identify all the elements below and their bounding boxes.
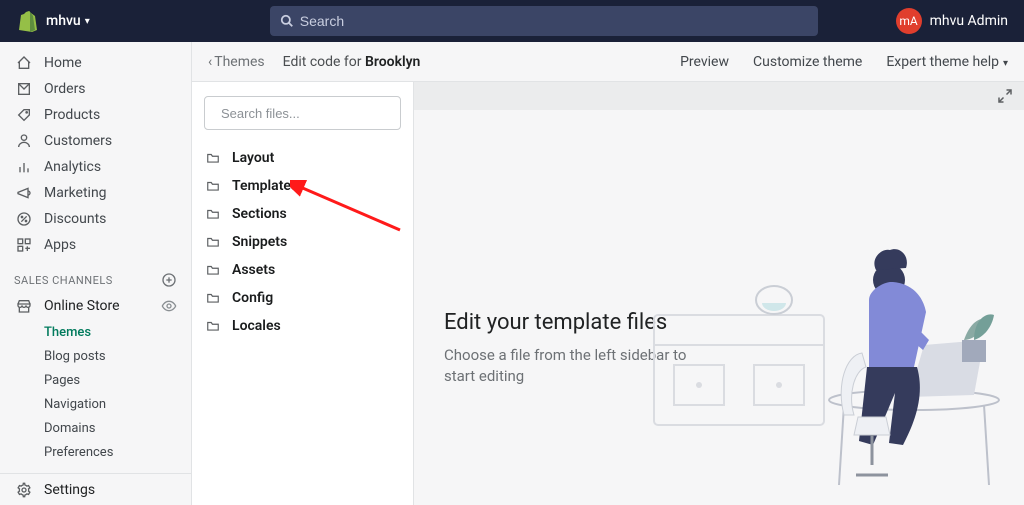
home-icon — [14, 55, 34, 71]
global-search[interactable] — [270, 6, 818, 36]
main: ‹ Themes Edit code for Brooklyn Preview … — [192, 42, 1024, 505]
expand-icon[interactable] — [996, 87, 1014, 105]
chevron-down-icon: ▾ — [1003, 58, 1008, 69]
sidebar-item-products[interactable]: Products — [0, 102, 191, 128]
topbar: mhvu ▾ mA mhvu Admin — [0, 0, 1024, 42]
section-header-sales-channels: SALES CHANNELS — [0, 268, 191, 292]
sidebar-item-discounts[interactable]: Discounts — [0, 206, 191, 232]
folder-icon — [204, 235, 222, 249]
sidebar: Home Orders Products Customers Analytics… — [0, 42, 192, 505]
sidebar-item-customers[interactable]: Customers — [0, 128, 191, 154]
sidebar-item-apps[interactable]: Apps — [0, 232, 191, 258]
editor-topstrip — [414, 82, 1024, 110]
search-wrap — [270, 6, 818, 36]
tag-icon — [14, 107, 34, 123]
folder-snippets[interactable]: Snippets — [204, 228, 401, 256]
folder-templates[interactable]: Templates — [204, 172, 401, 200]
file-search-input[interactable] — [221, 106, 397, 121]
folder-assets[interactable]: Assets — [204, 256, 401, 284]
chart-icon — [14, 159, 34, 175]
subnav-navigation[interactable]: Navigation — [44, 392, 191, 416]
sidebar-item-label: Orders — [44, 81, 86, 97]
help-dropdown[interactable]: Expert theme help▾ — [886, 54, 1008, 70]
folder-layout[interactable]: Layout — [204, 144, 401, 172]
section-label: SALES CHANNELS — [14, 274, 113, 287]
folder-locales[interactable]: Locales — [204, 312, 401, 340]
subnav-themes[interactable]: Themes — [44, 320, 191, 344]
sidebar-item-label: Marketing — [44, 185, 107, 201]
folder-icon — [204, 263, 222, 277]
sidebar-item-analytics[interactable]: Analytics — [0, 154, 191, 180]
file-search[interactable] — [204, 96, 401, 130]
preview-link[interactable]: Preview — [680, 54, 729, 70]
sidebar-item-marketing[interactable]: Marketing — [0, 180, 191, 206]
subnav-preferences[interactable]: Preferences — [44, 440, 191, 464]
discount-icon — [14, 211, 34, 227]
orders-icon — [14, 81, 34, 97]
apps-icon — [14, 237, 34, 253]
sidebar-item-orders[interactable]: Orders — [0, 76, 191, 102]
folder-icon — [204, 291, 222, 305]
folder-sections[interactable]: Sections — [204, 200, 401, 228]
megaphone-icon — [14, 185, 34, 201]
sidebar-item-online-store[interactable]: Online Store — [0, 292, 191, 320]
folder-icon — [204, 319, 222, 333]
person-icon — [14, 133, 34, 149]
store-icon — [14, 298, 34, 314]
avatar: mA — [896, 8, 922, 34]
store-name: mhvu — [46, 13, 81, 29]
view-store-icon[interactable] — [161, 298, 177, 314]
sidebar-item-label: Online Store — [44, 298, 120, 314]
sidebar-item-label: Apps — [44, 237, 76, 253]
user-name: mhvu Admin — [930, 13, 1008, 29]
customize-link[interactable]: Customize theme — [753, 54, 862, 70]
sidebar-item-settings[interactable]: Settings — [0, 473, 191, 505]
sidebar-item-home[interactable]: Home — [0, 50, 191, 76]
search-input[interactable] — [300, 13, 808, 29]
folder-icon — [204, 179, 222, 193]
illustration — [644, 165, 1024, 505]
sidebar-item-label: Settings — [44, 482, 95, 498]
sidebar-item-label: Analytics — [44, 159, 101, 175]
user-menu[interactable]: mA mhvu Admin — [896, 8, 1008, 34]
breadcrumb-bar: ‹ Themes Edit code for Brooklyn Preview … — [192, 42, 1024, 82]
back-label: Themes — [214, 54, 264, 70]
editor-area: Edit your template files Choose a file f… — [414, 82, 1024, 505]
subnav-blog-posts[interactable]: Blog posts — [44, 344, 191, 368]
subnav-pages[interactable]: Pages — [44, 368, 191, 392]
chevron-left-icon: ‹ — [208, 54, 212, 70]
folder-icon — [204, 207, 222, 221]
editor-body: Edit your template files Choose a file f… — [414, 110, 1024, 505]
gear-icon — [14, 482, 34, 498]
folder-config[interactable]: Config — [204, 284, 401, 312]
store-switcher[interactable]: mhvu ▾ — [46, 13, 90, 29]
sidebar-item-label: Discounts — [44, 211, 106, 227]
chevron-down-icon: ▾ — [85, 16, 90, 27]
folder-icon — [204, 151, 222, 165]
file-panel: Layout Templates Sections Snippets Asset… — [192, 82, 414, 505]
subnav-domains[interactable]: Domains — [44, 416, 191, 440]
sidebar-item-label: Home — [44, 55, 82, 71]
back-link[interactable]: ‹ Themes — [208, 54, 265, 70]
page-title: Edit code for Brooklyn — [283, 54, 421, 70]
sidebar-item-label: Products — [44, 107, 100, 123]
shopify-logo-icon — [16, 9, 38, 33]
add-channel-icon[interactable] — [161, 272, 177, 288]
sidebar-item-label: Customers — [44, 133, 112, 149]
